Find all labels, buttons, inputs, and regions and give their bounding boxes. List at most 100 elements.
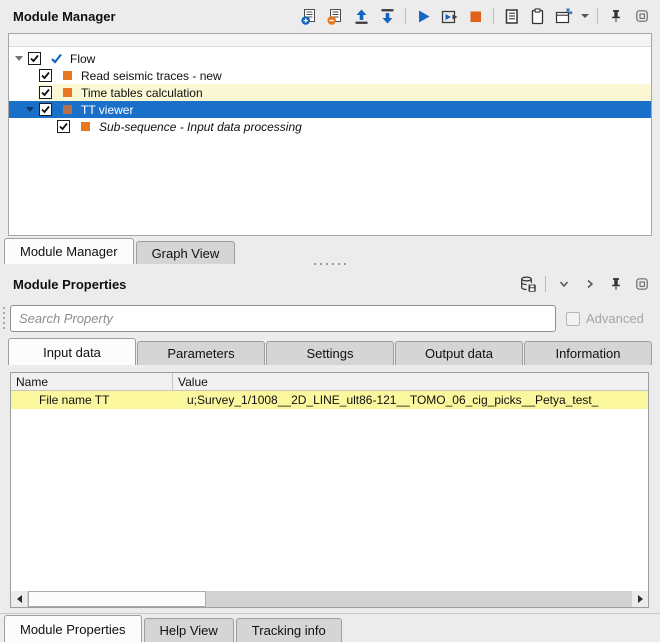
pin-panel-button[interactable] xyxy=(604,4,627,28)
module-manager-titlebar: Module Manager xyxy=(0,0,660,32)
move-down-icon xyxy=(381,8,394,23)
remove-module-icon xyxy=(327,8,341,25)
run-flow-button[interactable] xyxy=(412,4,435,28)
module-checkbox[interactable] xyxy=(39,103,52,116)
collapse-all-button[interactable] xyxy=(552,272,575,296)
splitter-dot xyxy=(338,263,340,265)
remove-module-button[interactable] xyxy=(324,4,347,28)
check-icon xyxy=(30,54,39,63)
module-square-icon xyxy=(63,88,72,97)
column-header-name[interactable]: Name xyxy=(11,373,173,390)
check-icon xyxy=(41,71,50,80)
module-properties-title: Module Properties xyxy=(13,276,127,292)
advanced-checkbox[interactable] xyxy=(566,311,580,326)
flow-check-icon xyxy=(50,52,63,65)
tree-item-label: Sub-sequence - Input data processing xyxy=(99,119,302,134)
bottom-tabbar: Module Properties Help View Tracking inf… xyxy=(4,615,344,642)
property-value-cell[interactable]: u;Survey_1/1008__2D_LINE_ult86-121__TOMO… xyxy=(173,393,648,407)
scrollbar-thumb[interactable] xyxy=(28,591,206,607)
module-manager-toolbar xyxy=(298,4,653,28)
scroll-left-button[interactable] xyxy=(11,591,27,607)
tree-item-time-tables-calculation[interactable]: Time tables calculation xyxy=(9,84,651,101)
module-checkbox[interactable] xyxy=(39,69,52,82)
arrow-right-icon xyxy=(637,595,643,603)
module-checkbox[interactable] xyxy=(57,120,70,133)
new-flow-window-button[interactable] xyxy=(552,4,575,28)
tab-input-data[interactable]: Input data xyxy=(8,338,136,365)
horizontal-scrollbar[interactable] xyxy=(11,591,648,607)
tab-information[interactable]: Information xyxy=(524,341,652,365)
pin-icon xyxy=(611,10,620,22)
chevron-down-icon xyxy=(559,281,568,288)
tab-module-properties[interactable]: Module Properties xyxy=(4,615,142,642)
toolbar-separator xyxy=(597,8,598,24)
module-square-icon xyxy=(63,105,72,114)
flow-checkbox[interactable] xyxy=(28,52,41,65)
module-manager-title: Module Manager xyxy=(13,8,116,24)
tab-graph-view[interactable]: Graph View xyxy=(135,241,236,264)
splitter-dot xyxy=(326,263,328,265)
advanced-label: Advanced xyxy=(586,311,644,326)
property-name-cell[interactable]: File name TT xyxy=(11,393,173,407)
properties-table: Name Value File name TT u;Survey_1/1008_… xyxy=(10,372,649,608)
tree-item-label: Read seismic traces - new xyxy=(81,68,222,83)
float-window-icon xyxy=(635,278,648,290)
tab-parameters[interactable]: Parameters xyxy=(137,341,265,365)
tree-item-tt-viewer[interactable]: TT viewer xyxy=(9,101,651,118)
float-panel-button[interactable] xyxy=(630,272,653,296)
stop-flow-button[interactable] xyxy=(464,4,487,28)
move-up-icon xyxy=(355,9,368,24)
advanced-option: Advanced xyxy=(566,305,644,332)
stop-icon xyxy=(470,11,481,22)
float-window-icon xyxy=(635,10,648,22)
tab-output-data[interactable]: Output data xyxy=(395,341,523,365)
save-to-database-button[interactable] xyxy=(516,272,539,296)
flow-report-button[interactable] xyxy=(500,4,523,28)
chevron-right-icon xyxy=(587,279,593,289)
tab-module-manager[interactable]: Module Manager xyxy=(4,238,134,264)
tab-tracking-info[interactable]: Tracking info xyxy=(235,618,342,642)
table-header: Name Value xyxy=(11,373,648,391)
tab-help-view[interactable]: Help View xyxy=(143,618,234,642)
check-icon xyxy=(41,105,50,114)
database-save-icon xyxy=(520,276,536,292)
expander-icon[interactable] xyxy=(15,56,23,61)
report-list-icon xyxy=(505,8,518,24)
tab-settings[interactable]: Settings xyxy=(266,341,394,365)
clipboard-icon xyxy=(531,7,544,24)
tree-item-sub-sequence[interactable]: Sub-sequence - Input data processing xyxy=(9,118,651,135)
window-menu-caret-button[interactable] xyxy=(578,4,591,28)
toolbar-separator xyxy=(405,8,406,24)
table-row-file-name-tt[interactable]: File name TT u;Survey_1/1008__2D_LINE_ul… xyxy=(11,391,648,409)
move-to-bottom-button[interactable] xyxy=(376,4,399,28)
run-in-window-icon xyxy=(441,10,458,23)
expander-icon[interactable] xyxy=(26,107,34,112)
check-icon xyxy=(59,122,68,131)
expand-all-button[interactable] xyxy=(578,272,601,296)
move-to-top-button[interactable] xyxy=(350,4,373,28)
panel-splitter[interactable] xyxy=(0,263,660,265)
scroll-right-button[interactable] xyxy=(632,591,648,607)
toolbar-drag-handle[interactable] xyxy=(3,307,5,331)
bottom-tab-line xyxy=(0,613,660,614)
column-header-value[interactable]: Value xyxy=(173,373,648,390)
tree-item-label: Flow xyxy=(70,51,96,66)
paste-button[interactable] xyxy=(526,4,549,28)
splitter-dot xyxy=(332,263,334,265)
search-property-input[interactable] xyxy=(10,305,556,332)
module-square-icon xyxy=(81,122,90,131)
chevron-down-icon xyxy=(580,14,589,18)
add-module-button[interactable] xyxy=(298,4,321,28)
new-window-icon xyxy=(555,7,573,23)
run-flow-interactive-button[interactable] xyxy=(438,4,461,28)
module-checkbox[interactable] xyxy=(39,86,52,99)
tree-item-read-seismic-traces[interactable]: Read seismic traces - new xyxy=(9,67,651,84)
run-icon xyxy=(419,10,430,22)
pin-panel-button[interactable] xyxy=(604,272,627,296)
tree-header-strip xyxy=(9,34,651,47)
float-panel-button[interactable] xyxy=(630,4,653,28)
flow-tree-panel: Flow Read seismic traces - new Time tabl… xyxy=(8,33,652,236)
pin-icon xyxy=(611,278,620,290)
module-properties-titlebar: Module Properties xyxy=(0,268,660,300)
tree-item-flow[interactable]: Flow xyxy=(9,50,651,67)
